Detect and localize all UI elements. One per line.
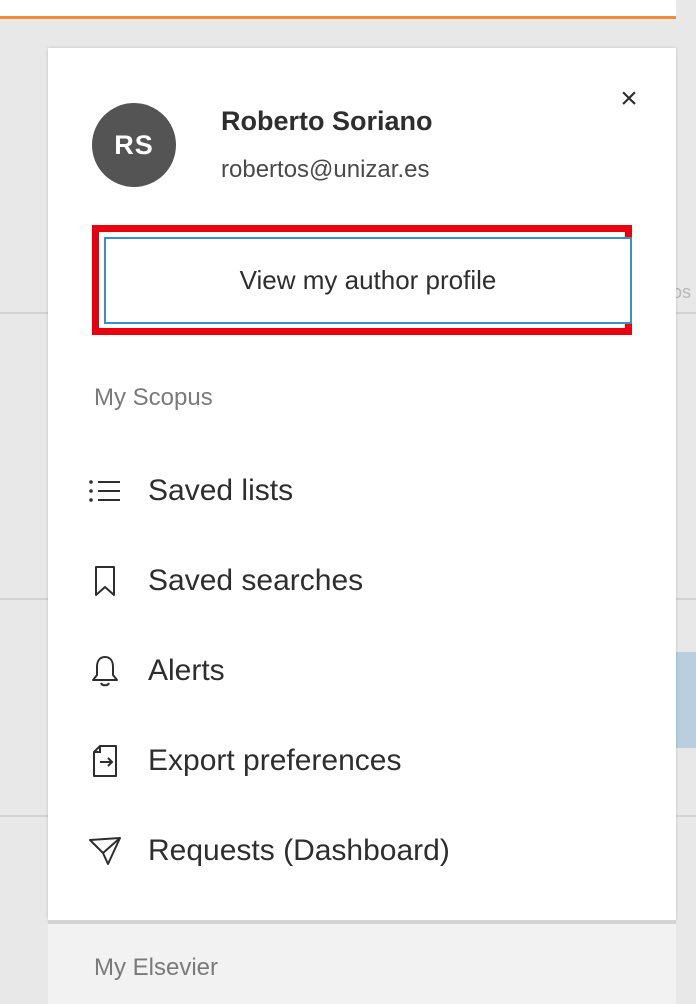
page-header-bar — [0, 0, 685, 19]
my-elsevier-section: My Elsevier — [48, 920, 676, 1004]
menu-item-label: Requests (Dashboard) — [148, 834, 450, 867]
account-dropdown-panel: RS Roberto Soriano robertos@unizar.es × … — [48, 48, 676, 920]
avatar: RS — [92, 103, 176, 187]
close-button[interactable]: × — [614, 84, 644, 114]
menu-item-saved-searches[interactable]: Saved searches — [86, 556, 363, 606]
menu-item-requests-dashboard[interactable]: Requests (Dashboard) — [86, 826, 450, 876]
menu-item-label: Export preferences — [148, 744, 402, 777]
background-button-fragment — [676, 652, 696, 748]
bookmark-icon — [86, 562, 124, 600]
view-author-profile-button[interactable]: View my author profile — [104, 237, 632, 324]
bell-icon — [86, 652, 124, 690]
page-header-edge — [676, 0, 696, 22]
paper-plane-icon — [86, 832, 124, 870]
user-email: robertos@unizar.es — [221, 156, 430, 183]
menu-item-alerts[interactable]: Alerts — [86, 646, 225, 696]
section-label-my-scopus: My Scopus — [94, 384, 213, 411]
menu-item-saved-lists[interactable]: Saved lists — [86, 466, 293, 516]
export-icon — [86, 742, 124, 780]
menu-item-label: Alerts — [148, 654, 225, 687]
menu-item-label: Saved searches — [148, 564, 364, 597]
section-label-my-elsevier: My Elsevier — [94, 954, 219, 981]
menu-item-label: Saved lists — [148, 474, 294, 507]
user-name: Roberto Soriano — [221, 106, 433, 136]
list-icon — [86, 472, 124, 510]
menu-item-export-preferences[interactable]: Export preferences — [86, 736, 401, 786]
avatar-initials: RS — [114, 129, 154, 160]
